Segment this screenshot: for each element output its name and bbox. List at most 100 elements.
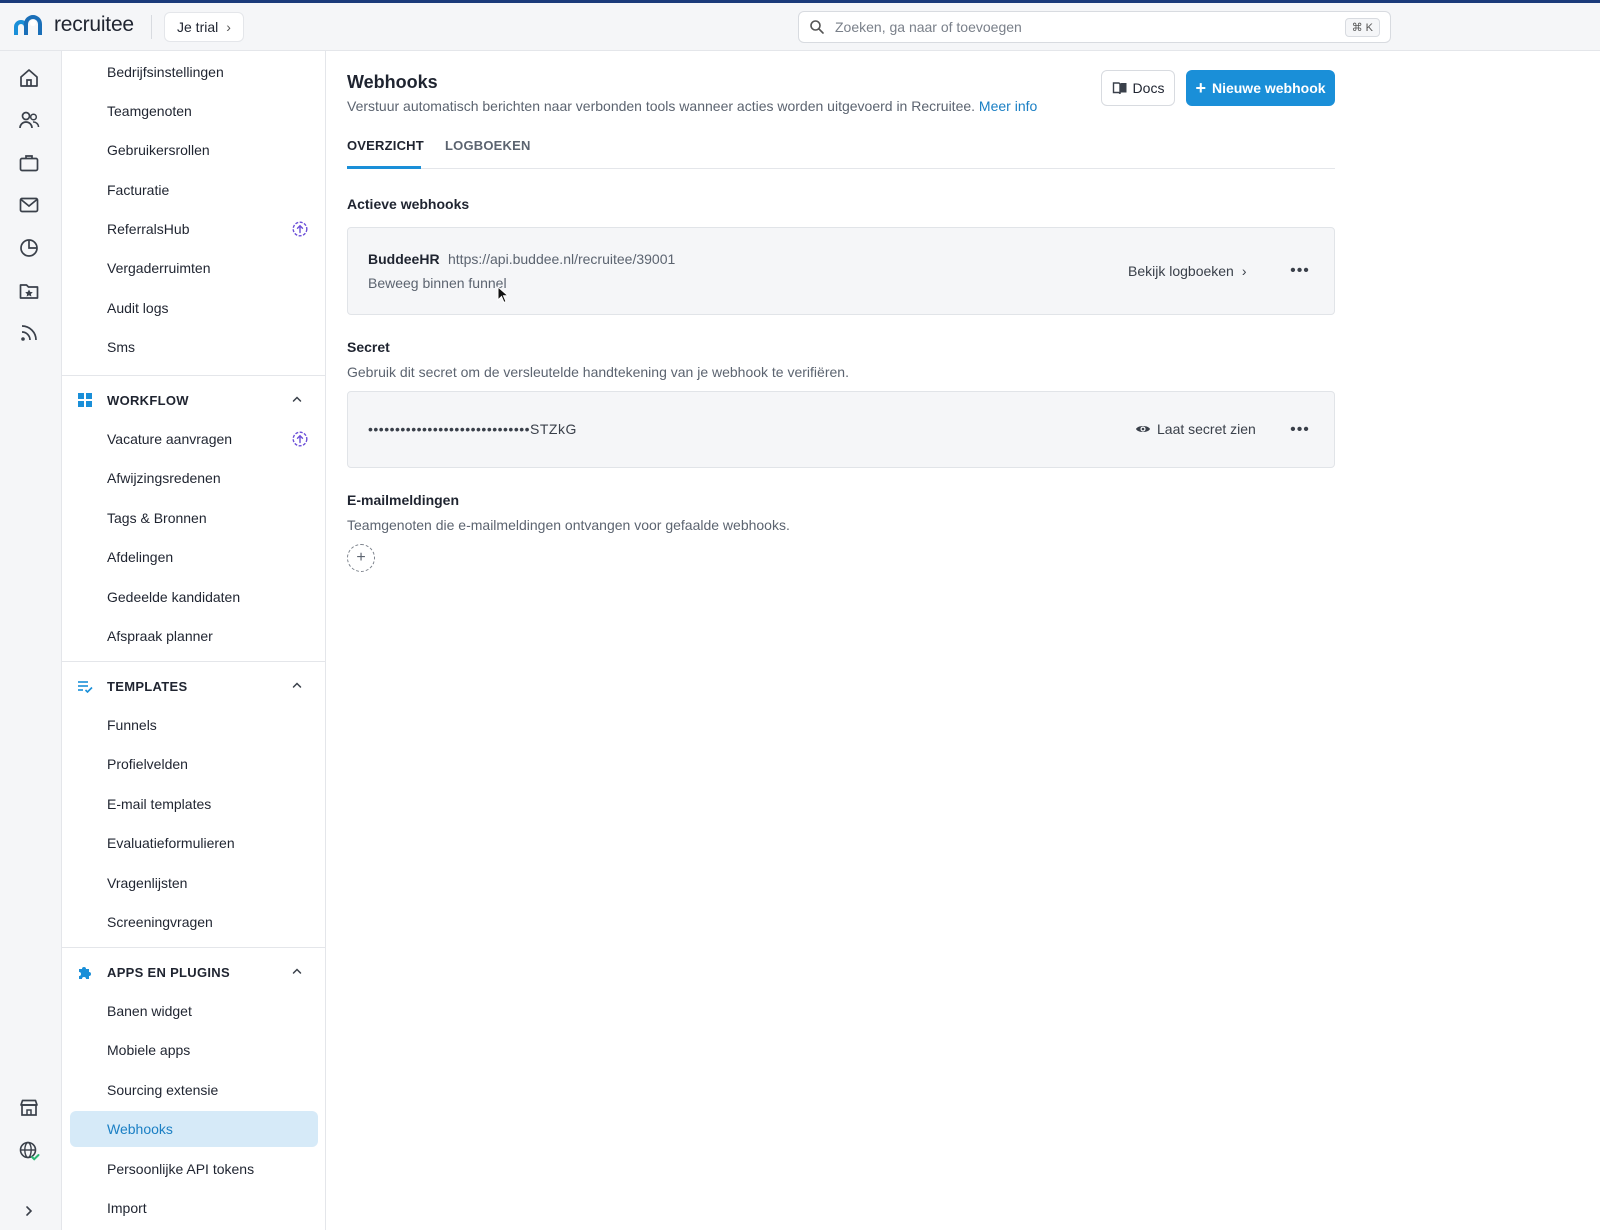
nav-item-sourcing-extensie[interactable]: Sourcing extensie <box>70 1072 318 1108</box>
mail-icon[interactable] <box>17 193 41 217</box>
nav-item-vacature-aanvragen[interactable]: Vacature aanvragen <box>70 421 318 457</box>
nav-item-profielvelden[interactable]: Profielvelden <box>70 746 318 782</box>
page-title: Webhooks <box>347 72 438 92</box>
nav-item-label: Tags & Bronnen <box>107 510 207 526</box>
globe-check-icon[interactable] <box>17 1139 41 1163</box>
nav-item-evaluatieformulieren[interactable]: Evaluatieformulieren <box>70 825 318 861</box>
chevron-up-icon[interactable] <box>290 678 304 692</box>
nav-item-audit-logs[interactable]: Audit logs <box>70 290 318 326</box>
nav-item-label: Vragenlijsten <box>107 875 188 891</box>
view-logs-link[interactable]: Bekijk logboeken › <box>1128 263 1247 279</box>
nav-item-label: Import <box>107 1200 147 1216</box>
search-bar[interactable]: ⌘ K <box>798 11 1391 43</box>
search-shortcut: ⌘ K <box>1344 17 1380 37</box>
chevron-right-icon: › <box>226 19 231 35</box>
nav-item-referralshub[interactable]: ReferralsHub <box>70 211 318 247</box>
nav-item-label: Funnels <box>107 717 157 733</box>
upgrade-icon <box>292 221 308 237</box>
mouse-cursor-icon <box>497 286 509 304</box>
new-webhook-button[interactable]: + Nieuwe webhook <box>1186 70 1335 106</box>
nav-item-label: Bedrijfsinstellingen <box>107 64 224 80</box>
marketplace-icon[interactable] <box>17 1096 41 1120</box>
nav-item-label: ReferralsHub <box>107 221 190 237</box>
chevron-up-icon[interactable] <box>290 964 304 978</box>
nav-item-import[interactable]: Import <box>70 1190 318 1226</box>
more-options-icon[interactable]: ••• <box>1288 418 1312 442</box>
nav-section-apps-en-plugins[interactable]: APPS EN PLUGINS <box>70 956 318 988</box>
nav-item-vergaderruimten[interactable]: Vergaderruimten <box>70 250 318 286</box>
nav-section-title: TEMPLATES <box>107 678 188 694</box>
nav-item-label: Webhooks <box>107 1121 173 1137</box>
nav-item-afspraak-planner[interactable]: Afspraak planner <box>70 618 318 654</box>
expand-icon[interactable] <box>21 1203 37 1219</box>
tab-overzicht[interactable]: OVERZICHT <box>347 135 424 169</box>
nav-item-banen-widget[interactable]: Banen widget <box>70 993 318 1029</box>
chevron-right-icon: › <box>1241 263 1247 279</box>
briefcase-icon[interactable] <box>17 151 41 175</box>
folder-star-icon[interactable] <box>17 279 41 303</box>
eye-icon <box>1136 426 1150 432</box>
nav-item-bedrijfsinstellingen[interactable]: Bedrijfsinstellingen <box>70 54 318 90</box>
nav-section-title: WORKFLOW <box>107 392 189 408</box>
show-secret-button[interactable]: Laat secret zien <box>1135 421 1256 437</box>
nav-divider <box>62 375 325 376</box>
nav-item-afwijzingsredenen[interactable]: Afwijzingsredenen <box>70 460 318 496</box>
tab-logboeken[interactable]: LOGBOEKEN <box>445 135 531 169</box>
feed-icon[interactable] <box>17 321 41 345</box>
trial-button[interactable]: Je trial › <box>164 12 244 42</box>
nav-item-gedeelde-kandidaten[interactable]: Gedeelde kandidaten <box>70 579 318 615</box>
new-webhook-label: Nieuwe webhook <box>1211 80 1326 96</box>
secret-value: ••••••••••••••••••••••••••••••STZkG <box>368 421 577 437</box>
analytics-icon[interactable] <box>17 236 41 260</box>
nav-item-facturatie[interactable]: Facturatie <box>70 172 318 208</box>
webhook-card: BuddeeHR https://api.buddee.nl/recruitee… <box>347 227 1335 315</box>
secret-description: Gebruik dit secret om de versleutelde ha… <box>347 364 849 380</box>
more-options-icon[interactable]: ••• <box>1288 259 1312 283</box>
nav-item-funnels[interactable]: Funnels <box>70 707 318 743</box>
nav-item-tags-bronnen[interactable]: Tags & Bronnen <box>70 500 318 536</box>
add-teammate-button[interactable]: + <box>347 544 375 572</box>
nav-item-gebruikersrollen[interactable]: Gebruikersrollen <box>70 132 318 168</box>
nav-item-persoonlijke-api-tokens[interactable]: Persoonlijke API tokens <box>70 1151 318 1187</box>
docs-button[interactable]: Docs <box>1101 70 1175 106</box>
active-webhooks-title: Actieve webhooks <box>347 196 470 212</box>
chevron-up-icon[interactable] <box>290 392 304 406</box>
nav-item-label: Screeningvragen <box>107 914 213 930</box>
nav-item-teamgenoten[interactable]: Teamgenoten <box>70 93 318 129</box>
settings-nav: Bedrijfsinstellingen Teamgenoten Gebruik… <box>62 51 326 1230</box>
nav-section-templates[interactable]: TEMPLATES <box>70 670 318 702</box>
docs-label: Docs <box>1132 80 1165 96</box>
nav-item-label: Profielvelden <box>107 756 188 772</box>
people-icon[interactable] <box>17 108 41 132</box>
top-bar: recruitee Je trial › ⌘ K <box>0 3 1600 51</box>
nav-item-mobiele-apps[interactable]: Mobiele apps <box>70 1032 318 1068</box>
grid-icon <box>78 393 92 407</box>
list-check-icon <box>78 681 93 694</box>
search-input[interactable] <box>835 19 1345 35</box>
nav-item-webhooks[interactable]: Webhooks <box>70 1111 318 1147</box>
brand[interactable]: recruitee <box>12 13 134 37</box>
page-subtitle-text: Verstuur automatisch berichten naar verb… <box>347 98 976 114</box>
nav-item-afdelingen[interactable]: Afdelingen <box>70 539 318 575</box>
nav-item-label: Banen widget <box>107 1003 192 1019</box>
nav-item-sms[interactable]: Sms <box>70 329 318 365</box>
nav-item-vragenlijsten[interactable]: Vragenlijsten <box>70 865 318 901</box>
more-info-link[interactable]: Meer info <box>979 98 1037 114</box>
brand-name: recruitee <box>54 13 134 36</box>
nav-item-label: Mobiele apps <box>107 1042 191 1058</box>
home-icon[interactable] <box>17 66 41 90</box>
nav-item-label: Facturatie <box>107 182 170 198</box>
show-secret-label: Laat secret zien <box>1157 421 1256 437</box>
nav-section-workflow[interactable]: WORKFLOW <box>70 384 318 416</box>
nav-item-label: Afwijzingsredenen <box>107 470 221 486</box>
nav-item-email-templates[interactable]: E-mail templates <box>70 786 318 822</box>
upgrade-icon <box>292 431 308 447</box>
webhook-event: Beweeg binnen funnel <box>368 275 507 291</box>
nav-item-label: Persoonlijke API tokens <box>107 1161 255 1177</box>
nav-item-label: Teamgenoten <box>107 103 192 119</box>
trial-label: Je trial <box>177 19 219 35</box>
plus-icon: + <box>1195 78 1206 98</box>
nav-item-label: Vergaderruimten <box>107 260 211 276</box>
nav-item-screeningvragen[interactable]: Screeningvragen <box>70 904 318 940</box>
page-subtitle: Verstuur automatisch berichten naar verb… <box>347 98 1037 114</box>
